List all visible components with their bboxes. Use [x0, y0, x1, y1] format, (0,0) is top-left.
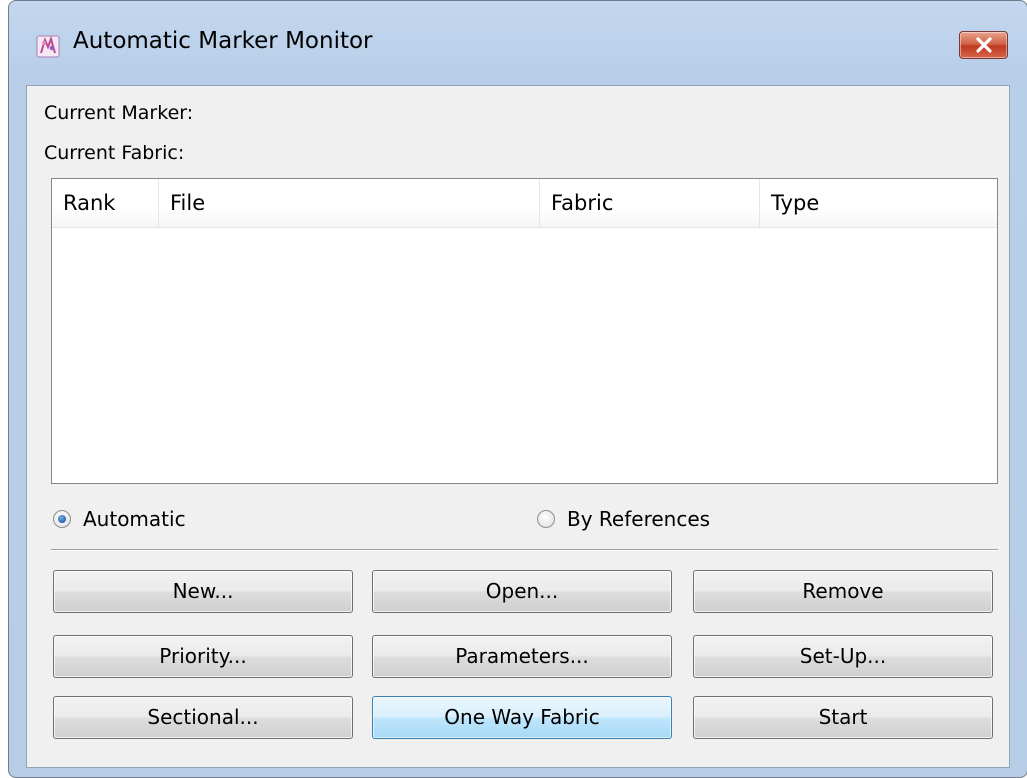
radio-by-references-label[interactable]: By References [567, 507, 710, 531]
column-file-header[interactable]: File [159, 179, 539, 227]
window-title: Automatic Marker Monitor [73, 28, 373, 54]
title-bar[interactable]: Automatic Marker Monitor [9, 1, 1027, 85]
start-button[interactable]: Start [693, 696, 993, 739]
open-button[interactable]: Open... [372, 570, 672, 613]
close-button[interactable] [959, 31, 1008, 59]
priority-button[interactable]: Priority... [53, 635, 353, 678]
parameters-button[interactable]: Parameters... [372, 635, 672, 678]
radio-automatic-label[interactable]: Automatic [83, 507, 186, 531]
one-way-fabric-button[interactable]: One Way Fabric [372, 696, 672, 739]
new-button[interactable]: New... [53, 570, 353, 613]
remove-button[interactable]: Remove [693, 570, 993, 613]
sectional-button[interactable]: Sectional... [53, 696, 353, 739]
app-window: Automatic Marker Monitor Current Marker:… [8, 0, 1027, 778]
radio-selected-icon [58, 515, 66, 523]
list-body[interactable] [52, 227, 997, 483]
column-type-header[interactable]: Type [760, 179, 995, 227]
dialog-client-area: Current Marker: Current Fabric: Rank Fil… [26, 85, 1010, 768]
radio-automatic[interactable] [53, 510, 71, 528]
separator-line [51, 549, 998, 551]
setup-button[interactable]: Set-Up... [693, 635, 993, 678]
radio-by-references[interactable] [537, 510, 555, 528]
list-header: Rank File Fabric Type [52, 179, 997, 228]
marker-list[interactable]: Rank File Fabric Type [51, 178, 998, 484]
current-marker-label: Current Marker: [44, 102, 194, 124]
current-fabric-label: Current Fabric: [44, 142, 185, 164]
column-rank-header[interactable]: Rank [52, 179, 158, 227]
close-icon [976, 37, 992, 53]
column-fabric-header[interactable]: Fabric [540, 179, 759, 227]
app-fabric-icon [35, 33, 61, 59]
